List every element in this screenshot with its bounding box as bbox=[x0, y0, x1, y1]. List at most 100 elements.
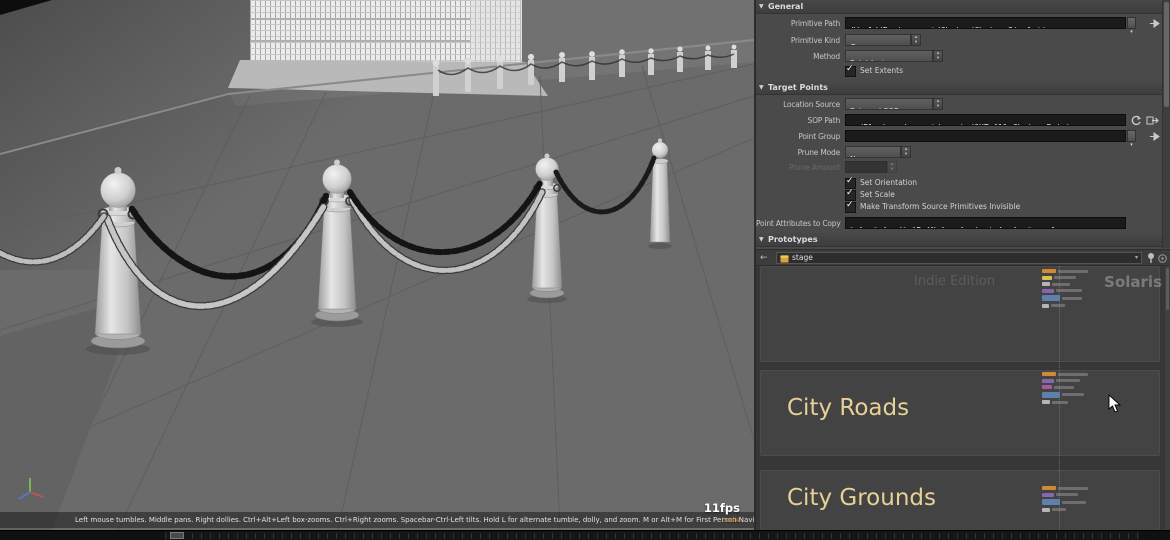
section-header-general[interactable]: ▼ General bbox=[756, 0, 1170, 14]
spin-down-icon: ▾ bbox=[890, 167, 894, 172]
checkbox-label: Set Scale bbox=[860, 190, 895, 199]
node-label-text bbox=[1058, 372, 1088, 376]
sop-path-field[interactable]: ../Blockers/sopnet/create/OUT_All_Chains… bbox=[845, 114, 1126, 126]
section-title: General bbox=[768, 2, 804, 11]
section-title: Prototypes bbox=[768, 235, 818, 244]
reselect-node-icon[interactable] bbox=[1130, 115, 1142, 126]
network-scrollbar[interactable] bbox=[1165, 266, 1170, 530]
param-row-make-invisible: ✓ Make Transform Source Primitives Invis… bbox=[756, 200, 1170, 214]
collapse-icon[interactable]: ▼ bbox=[759, 81, 764, 94]
timeline-left-cap bbox=[0, 531, 165, 540]
param-label: Prune Mode bbox=[797, 148, 841, 157]
pin-icon[interactable] bbox=[1146, 252, 1156, 264]
point-group-field[interactable] bbox=[845, 130, 1126, 142]
make-transform-invisible-checkbox[interactable]: ✓ bbox=[845, 200, 856, 213]
primitive-kind-spinner[interactable]: ▴ ▾ bbox=[911, 34, 921, 46]
path-menu-button[interactable]: ▾ bbox=[1127, 17, 1136, 35]
network-node[interactable] bbox=[1042, 303, 1049, 308]
node-label-text bbox=[1051, 304, 1065, 307]
network-editor[interactable]: City Roads City Grounds Indie Edition So… bbox=[756, 266, 1170, 530]
select-primitive-icon[interactable] bbox=[1148, 18, 1161, 29]
network-node[interactable] bbox=[1042, 385, 1052, 389]
group-menu-button[interactable]: ▾ bbox=[1127, 130, 1136, 148]
viewport-help-text: Left mouse tumbles. Middle pans. Right d… bbox=[75, 516, 754, 524]
method-spinner[interactable]: ▴ ▾ bbox=[933, 50, 943, 62]
section-header-prototypes[interactable]: ▼ Prototypes bbox=[756, 233, 1170, 247]
spin-down-icon: ▾ bbox=[904, 152, 908, 157]
mouse-cursor bbox=[1108, 394, 1122, 413]
parameters-panel: ▼ General Primitive Path /World/Environm… bbox=[755, 0, 1170, 530]
houdini-window: Left mouse tumbles. Middle pans. Right d… bbox=[0, 0, 1170, 540]
network-node[interactable] bbox=[1042, 275, 1052, 280]
param-row-method: Method Point Instancer ▴▾ bbox=[756, 50, 1170, 63]
stage-icon bbox=[780, 255, 789, 263]
timeline-ticks[interactable] bbox=[165, 533, 1140, 539]
network-node[interactable] bbox=[1042, 269, 1056, 273]
param-row-primitive-path: Primitive Path /World/Environment/Chains… bbox=[756, 17, 1170, 35]
prune-mode-spinner[interactable]: ▴ ▾ bbox=[901, 146, 911, 158]
param-row-prune-amount: Prune Amount ▴ ▾ bbox=[756, 161, 1170, 174]
chevron-down-icon[interactable]: ▾ bbox=[1135, 253, 1138, 263]
parameters-scrollbar[interactable] bbox=[1162, 0, 1170, 248]
param-row-location-source: Location Source External SOP ▴▾ bbox=[756, 98, 1170, 111]
viewport-scene bbox=[0, 0, 754, 530]
param-label: Primitive Kind bbox=[790, 36, 840, 45]
param-row-set-extents: ✓ Set Extents bbox=[756, 64, 1170, 78]
network-node[interactable] bbox=[1042, 391, 1060, 398]
primitive-kind-dropdown[interactable]: Group bbox=[845, 34, 911, 46]
back-arrow-icon[interactable]: ← bbox=[760, 252, 768, 264]
viewport-3d[interactable]: Left mouse tumbles. Middle pans. Right d… bbox=[0, 0, 754, 530]
network-node[interactable] bbox=[1042, 282, 1050, 286]
node-label-text bbox=[1054, 385, 1074, 389]
select-group-icon[interactable] bbox=[1148, 131, 1161, 142]
network-overview-icon[interactable] bbox=[1158, 254, 1167, 263]
param-row-prune-mode: Prune Mode None ▴▾ bbox=[756, 146, 1170, 159]
node-label-text bbox=[1058, 486, 1088, 490]
prune-amount-field bbox=[845, 161, 887, 173]
network-node[interactable] bbox=[1042, 288, 1054, 293]
node-label-text bbox=[1054, 276, 1076, 279]
param-row-sop-path: SOP Path ../Blockers/sopnet/create/OUT_A… bbox=[756, 114, 1170, 127]
network-node[interactable] bbox=[1042, 295, 1060, 301]
location-source-spinner[interactable]: ▴ ▾ bbox=[933, 98, 943, 110]
node-label-text bbox=[1062, 296, 1082, 300]
prune-mode-dropdown[interactable]: None bbox=[845, 146, 901, 158]
spin-down-icon: ▾ bbox=[936, 56, 940, 61]
section-title: Target Points bbox=[768, 83, 828, 92]
indie-watermark: Indie bbox=[724, 516, 740, 524]
network-path-bar[interactable]: stage ▾ bbox=[776, 252, 1142, 264]
checkbox-label: Set Extents bbox=[860, 66, 904, 75]
point-attributes-field[interactable]: * ^__* ^usd* ^P ^N ^up ^orient ^v ^w *ac… bbox=[845, 217, 1126, 229]
network-node[interactable] bbox=[1042, 492, 1054, 497]
network-node[interactable] bbox=[1042, 499, 1060, 505]
op-chooser-icon[interactable] bbox=[1146, 115, 1159, 126]
param-label: Point Attributes to Copy bbox=[756, 219, 841, 228]
set-extents-checkbox[interactable]: ✓ bbox=[845, 64, 856, 77]
node-label-text bbox=[1062, 393, 1084, 396]
network-node[interactable] bbox=[1042, 378, 1054, 383]
location-source-dropdown[interactable]: External SOP bbox=[845, 98, 933, 110]
network-node[interactable] bbox=[1042, 486, 1056, 490]
checkmark-icon: ✓ bbox=[846, 200, 854, 210]
backdrop-label: City Roads bbox=[787, 395, 910, 421]
node-label-text bbox=[1056, 289, 1082, 292]
network-node[interactable] bbox=[1042, 400, 1050, 404]
timeline-bar[interactable] bbox=[0, 530, 1170, 540]
collapse-icon[interactable]: ▼ bbox=[759, 233, 764, 246]
network-node[interactable] bbox=[1042, 507, 1050, 512]
checkmark-icon: ✓ bbox=[846, 176, 854, 186]
param-label: Point Group bbox=[798, 132, 840, 141]
spin-down-icon: ▾ bbox=[936, 104, 940, 109]
node-label-text bbox=[1062, 500, 1086, 504]
scrollbar-thumb[interactable] bbox=[1164, 2, 1169, 107]
network-node[interactable] bbox=[1042, 372, 1056, 376]
primitive-path-field[interactable]: /World/Environment/Chains/Chains_Simulat… bbox=[845, 17, 1126, 29]
section-header-target-points[interactable]: ▼ Target Points bbox=[756, 81, 1170, 95]
collapse-icon[interactable]: ▼ bbox=[759, 0, 764, 13]
param-label: Method bbox=[813, 52, 840, 61]
timeline-playhead[interactable] bbox=[170, 532, 184, 539]
checkmark-icon: ✓ bbox=[846, 188, 854, 198]
scrollbar-thumb[interactable] bbox=[1166, 268, 1169, 310]
method-dropdown[interactable]: Point Instancer bbox=[845, 50, 933, 62]
node-cluster bbox=[1042, 486, 1132, 514]
